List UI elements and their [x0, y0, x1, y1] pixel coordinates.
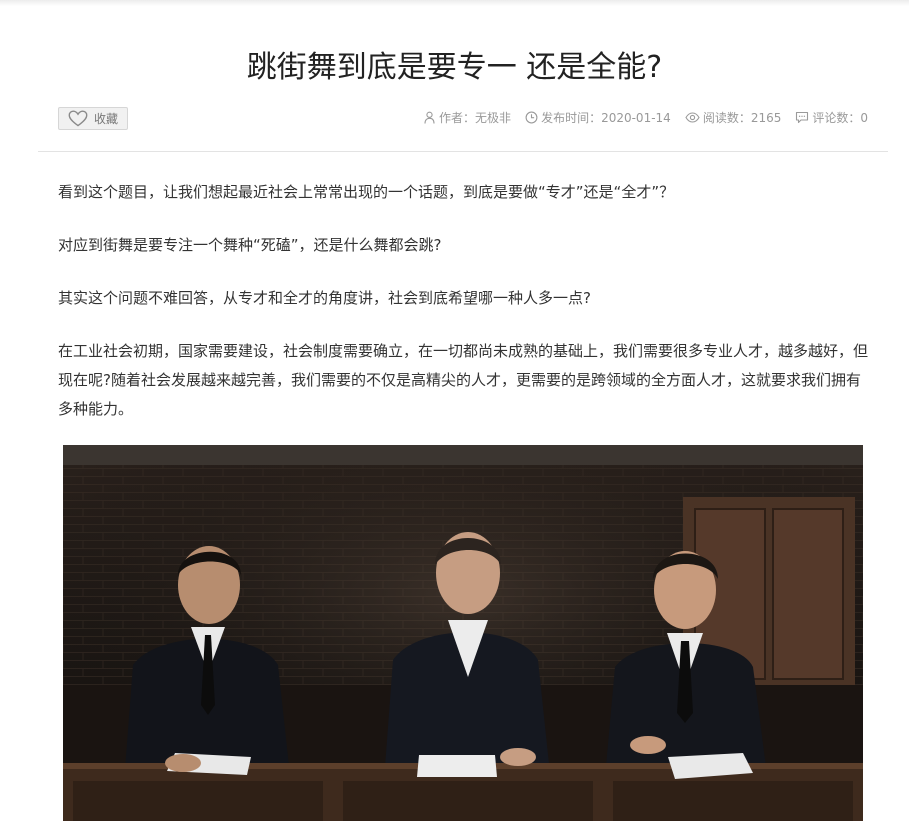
article-image — [63, 445, 863, 821]
reads-text: 阅读数：2165 — [702, 110, 782, 125]
meta-comments: 评论数：0 — [795, 109, 868, 126]
comments-text: 评论数：0 — [812, 110, 868, 125]
top-shadow — [0, 0, 909, 6]
comment-icon — [795, 111, 812, 124]
eye-icon — [685, 111, 703, 124]
publish-time-text: 发布时间：2020-01-14 — [541, 110, 671, 125]
paragraph: 其实这个问题不难回答，从专才和全才的角度讲，社会到底希望哪一种人多一点? — [58, 289, 591, 307]
page-title: 跳街舞到底是要专一 还是全能? — [246, 50, 663, 85]
author-text: 作者：无极非 — [439, 110, 512, 125]
article-meta: 作者：无极非 发布时间：2020-01-14 阅读数：2165 评论数：0 — [423, 107, 868, 127]
divider — [38, 151, 888, 152]
favorite-button[interactable]: 收藏 — [58, 107, 128, 130]
heart-icon — [68, 110, 88, 127]
paragraph: 看到这个题目，让我们想起最近社会上常常出现的一个话题，到底是要做“专才”还是“全… — [58, 183, 675, 201]
meta-reads: 阅读数：2165 — [685, 109, 782, 126]
user-icon — [423, 111, 439, 124]
meta-publish-time: 发布时间：2020-01-14 — [525, 109, 671, 126]
paragraph: 对应到街舞是要专注一个舞种“死磕”，还是什么舞都会跳? — [58, 236, 442, 254]
clock-icon — [525, 111, 541, 124]
favorite-label: 收藏 — [93, 112, 118, 126]
article-body: 看到这个题目，让我们想起最近社会上常常出现的一个话题，到底是要做“专才”还是“全… — [58, 178, 868, 448]
paragraph: 在工业社会初期，国家需要建设，社会制度需要确立，在一切都尚未成熟的基础上，我们需… — [58, 342, 869, 418]
meta-author: 作者：无极非 — [423, 109, 511, 126]
